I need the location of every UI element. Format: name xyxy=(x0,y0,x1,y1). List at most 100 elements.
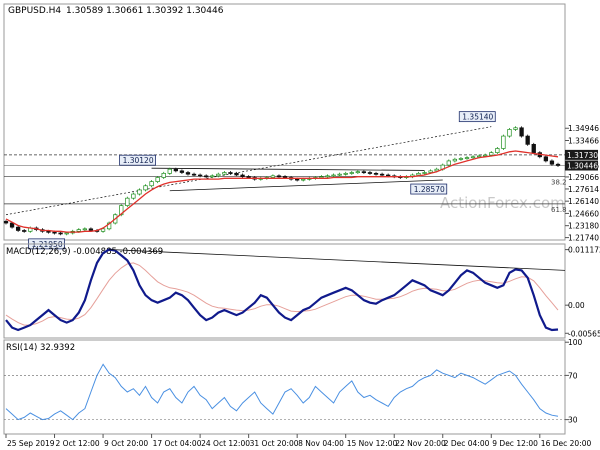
candle-body xyxy=(179,170,185,173)
price-y-tick-label: 1.33466 xyxy=(568,136,599,145)
candle-body xyxy=(386,174,391,177)
candle-body xyxy=(216,173,221,177)
macd-y-tick-label: 0.011172 xyxy=(568,246,600,255)
price-y-tick-label: 1.24660 xyxy=(568,209,599,218)
candle-body xyxy=(22,230,27,232)
x-tick-label: 2 Dec 04:00 xyxy=(444,439,490,448)
candle-body xyxy=(337,173,342,176)
candle-body xyxy=(458,158,464,160)
x-tick-label: 9 Oct 20:00 xyxy=(104,439,148,448)
price-ohlc: 1.30589 1.30661 1.30392 1.30446 xyxy=(66,6,224,16)
candle-body xyxy=(531,144,536,153)
candle-body xyxy=(513,127,518,130)
candle-body xyxy=(525,135,530,145)
x-tick-label: 31 Oct 20:00 xyxy=(250,439,299,448)
candle-body xyxy=(331,174,336,177)
price-y-tick-label: 1.29066 xyxy=(568,173,599,182)
candle-body xyxy=(173,168,178,172)
candle-body xyxy=(422,172,427,174)
candle-body xyxy=(549,160,555,165)
macd-y-tick-label: 0.00 xyxy=(568,301,585,310)
x-tick-label: 22 Nov 20:00 xyxy=(395,439,446,448)
candle-body xyxy=(3,221,9,224)
candle-body xyxy=(204,175,209,178)
candle-body xyxy=(452,158,458,162)
candle-body xyxy=(416,172,421,176)
watermark: ActionForex.com xyxy=(440,194,565,212)
candle-body xyxy=(373,172,379,175)
candle-body xyxy=(167,168,172,174)
candle-body xyxy=(191,173,197,176)
candle-body xyxy=(489,152,494,156)
candle-body xyxy=(58,232,63,235)
candle-body xyxy=(64,232,69,235)
candle-body xyxy=(131,193,136,199)
x-tick-label: 16 Dec 20:00 xyxy=(541,439,592,448)
candle-body xyxy=(246,176,251,179)
x-tick-label: 25 Sep 2019 xyxy=(7,439,55,448)
fib-level-label: 38.2 xyxy=(551,178,567,186)
candle-body xyxy=(483,154,488,157)
candle-body xyxy=(125,197,130,206)
price-y-tick-label: 1.26140 xyxy=(568,197,599,206)
candle-body xyxy=(240,174,245,178)
candle-body xyxy=(210,175,215,178)
candle-body xyxy=(228,172,233,174)
candle-body xyxy=(46,230,51,233)
candle-body xyxy=(367,172,373,174)
candle-body xyxy=(464,157,470,159)
candle-body xyxy=(155,177,160,182)
candle-body xyxy=(501,135,506,149)
candle-body xyxy=(379,173,385,176)
candle-body xyxy=(15,226,21,231)
candle-body xyxy=(555,163,561,166)
candle-body xyxy=(9,222,15,228)
candle-body xyxy=(161,172,166,178)
candle-body xyxy=(543,156,549,162)
candle-body xyxy=(143,185,148,191)
price-y-tick-label: 1.21740 xyxy=(568,234,599,243)
candle-body xyxy=(361,171,367,174)
rsi-y-tick-label: 30 xyxy=(568,416,578,425)
rsi-y-tick-label: 100 xyxy=(568,338,583,347)
x-tick-label: 2 Oct 12:00 xyxy=(56,439,100,448)
chart-background xyxy=(0,0,600,450)
candle-body xyxy=(282,176,288,179)
fib-level-label: 61.8 xyxy=(551,206,567,214)
price-y-tick-label: 1.27614 xyxy=(568,185,599,194)
candle-body xyxy=(234,172,239,176)
candle-body xyxy=(76,229,81,232)
x-tick-label: 24 Oct 12:00 xyxy=(201,439,250,448)
candle-body xyxy=(197,174,203,177)
candle-body xyxy=(295,178,300,181)
x-tick-label: 8 Nov 04:00 xyxy=(298,439,344,448)
price-symbol: GBPUSD.H4 xyxy=(8,6,61,16)
rsi-y-tick-label: 70 xyxy=(568,371,578,380)
candle-body xyxy=(495,148,500,153)
candle-body xyxy=(276,175,282,178)
price-annotation-text: 1.30120 xyxy=(123,156,154,165)
level-price-tag-label: 1.31730 xyxy=(567,151,598,160)
x-tick-label: 9 Dec 12:00 xyxy=(492,439,538,448)
candle-body xyxy=(343,172,348,175)
candle-body xyxy=(82,228,88,231)
candle-body xyxy=(470,156,476,159)
current-price-tag-label: 1.30446 xyxy=(567,162,598,171)
x-tick-label: 15 Nov 12:00 xyxy=(347,439,398,448)
price-annotation-text: 1.35140 xyxy=(462,113,493,122)
price-y-tick-label: 1.23180 xyxy=(568,222,599,231)
candle-body xyxy=(507,129,512,137)
candle-body xyxy=(446,160,451,166)
candle-body xyxy=(52,231,57,234)
rsi-header: RSI(14) 32.9392 xyxy=(6,343,75,353)
candle-body xyxy=(301,178,306,181)
candle-body xyxy=(319,176,324,179)
candle-body xyxy=(222,172,227,175)
x-tick-label: 17 Oct 04:00 xyxy=(153,439,202,448)
candle-body xyxy=(137,189,142,195)
candle-body xyxy=(325,175,330,178)
price-annotation-text: 1.28570 xyxy=(414,185,445,194)
candle-body xyxy=(519,127,524,137)
candle-body xyxy=(149,181,154,187)
macd-header: MACD(12,26,9) -0.004885 -0.004369 xyxy=(6,247,163,257)
